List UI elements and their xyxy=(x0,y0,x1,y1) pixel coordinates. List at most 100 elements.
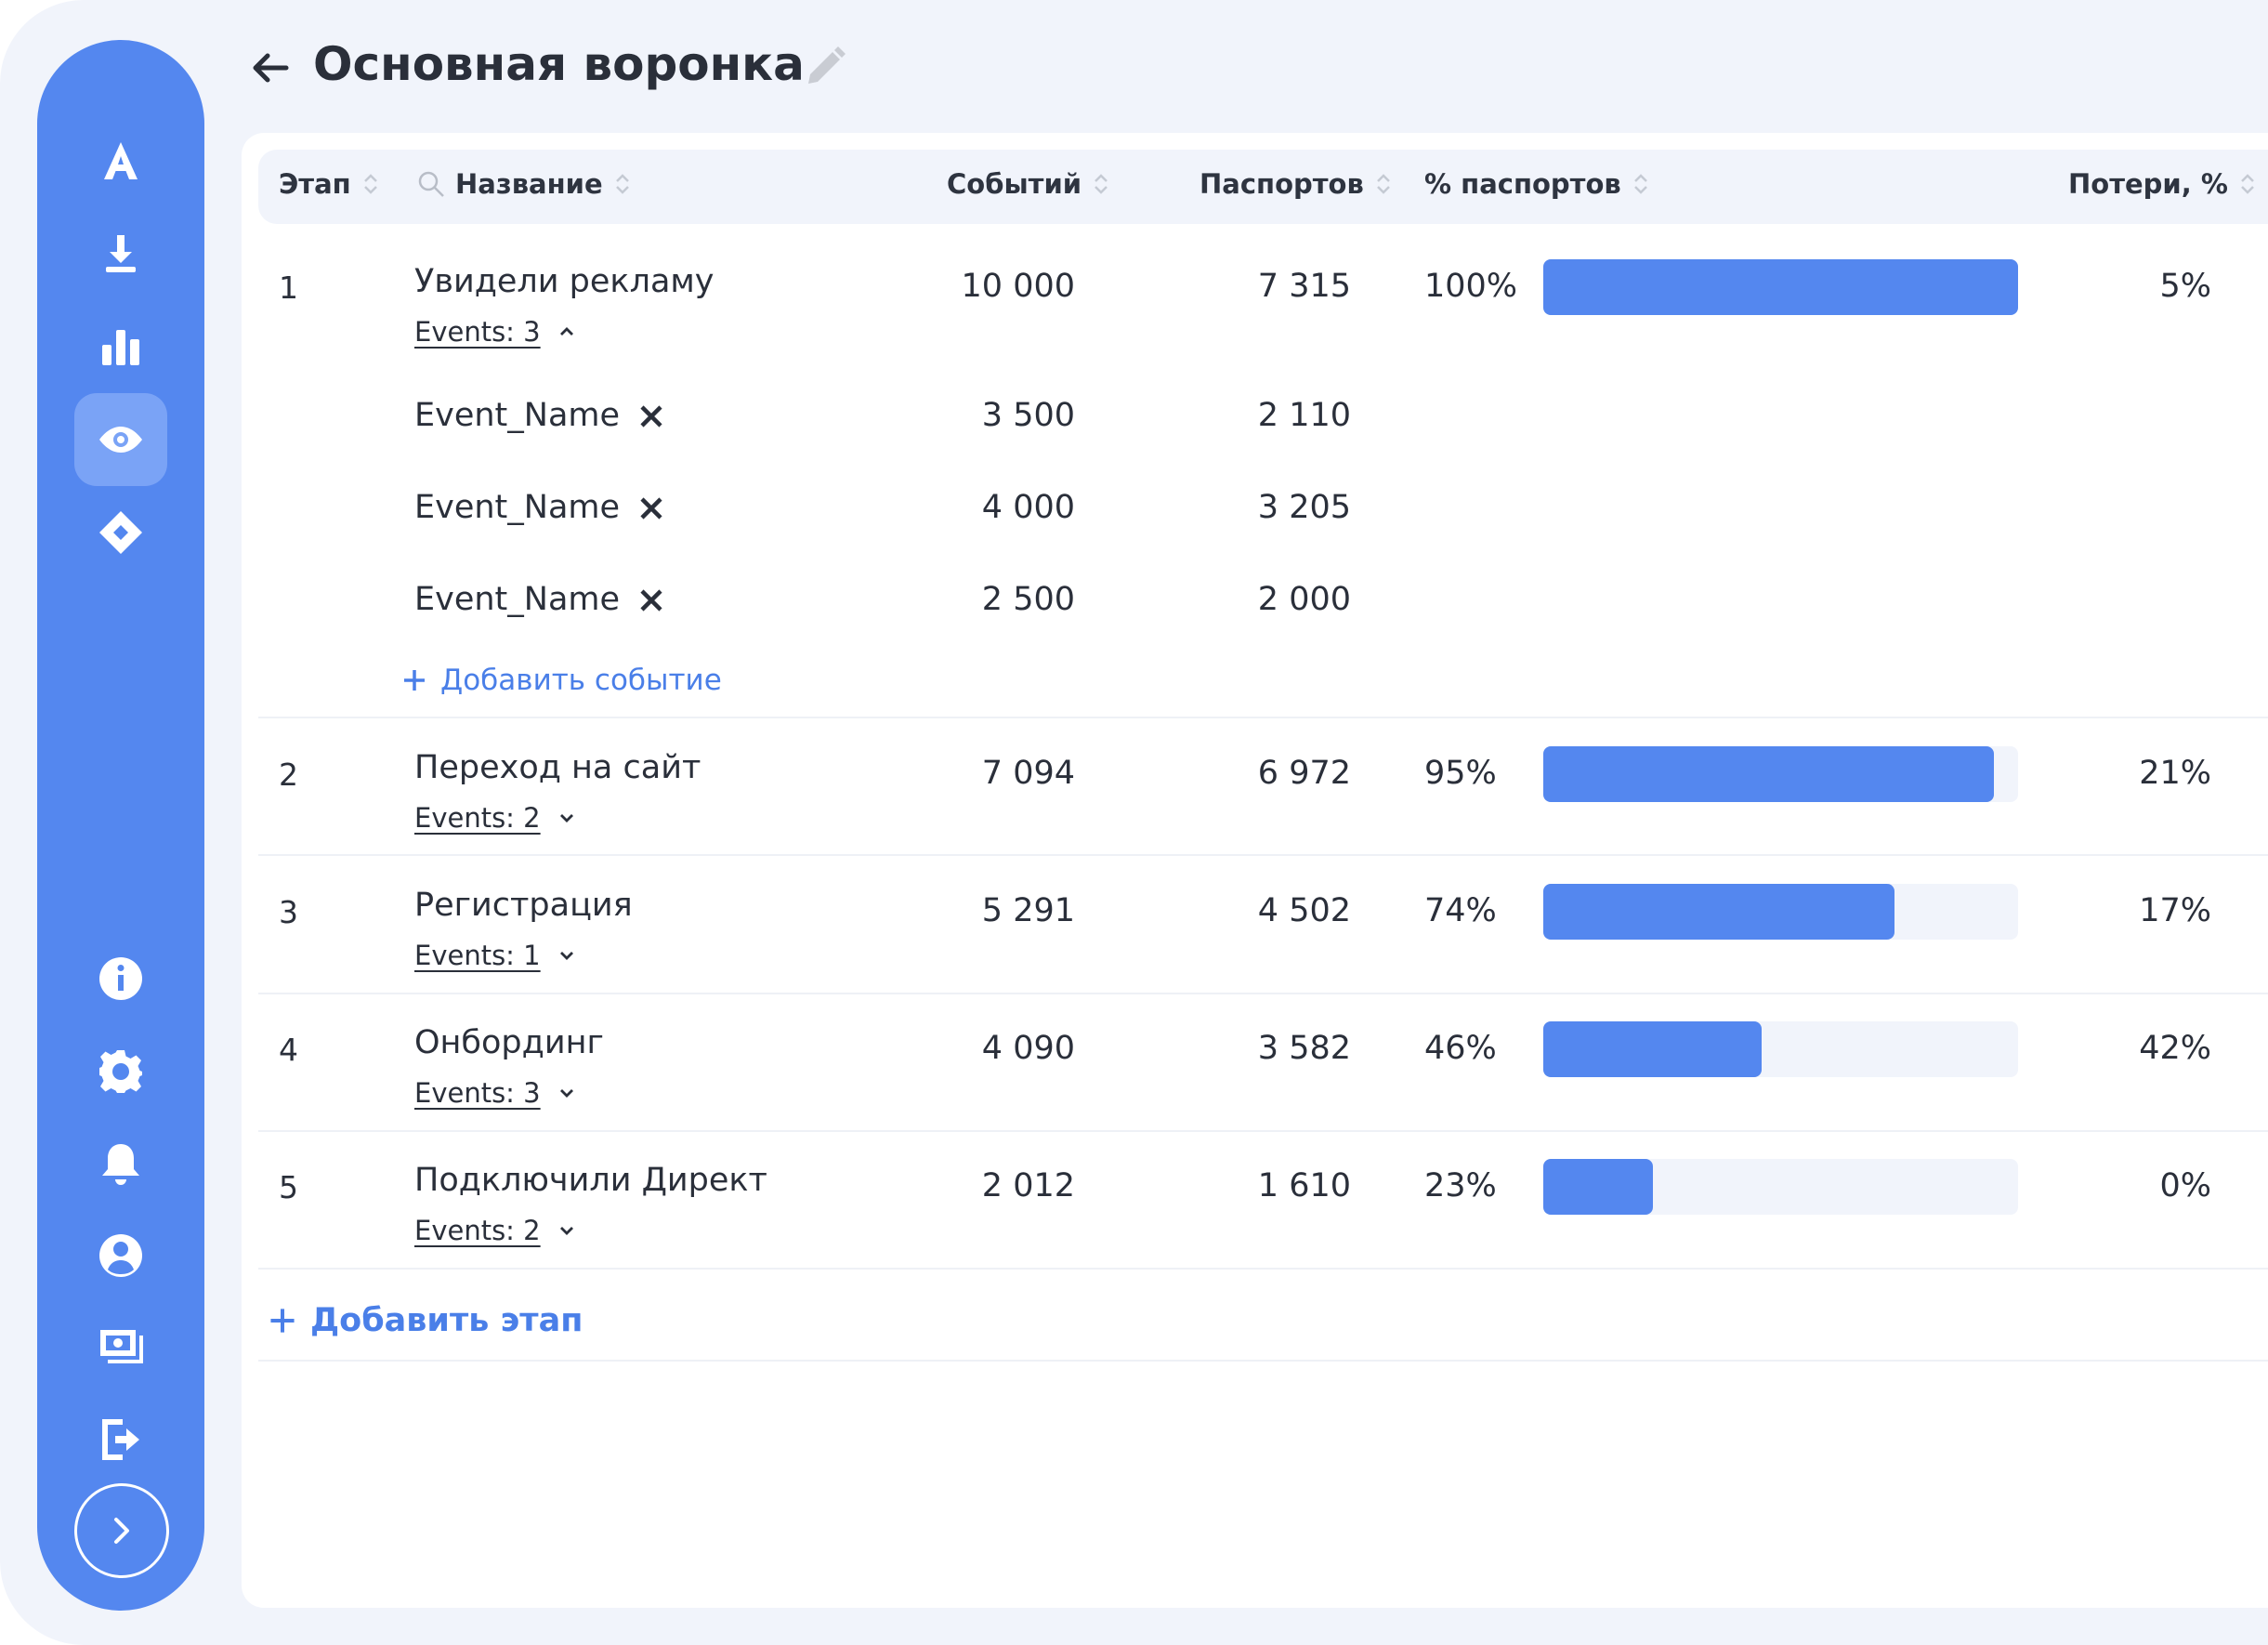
stage-number: 3 xyxy=(279,894,298,930)
loss-value: 42% xyxy=(2139,1030,2211,1067)
sub-event-passports: 3 205 xyxy=(1257,489,1351,526)
events-value: 4 090 xyxy=(981,1030,1075,1067)
events-toggle[interactable]: Events: 2 xyxy=(414,1215,576,1246)
info-icon[interactable] xyxy=(74,932,167,1025)
info-glyph xyxy=(99,957,142,1000)
stage-number: 4 xyxy=(279,1032,298,1068)
progress-bar-fill xyxy=(1543,1021,1763,1077)
row-divider xyxy=(258,1130,2268,1132)
col-header-name-label: Название xyxy=(455,168,603,200)
col-header-stage-label: Этап xyxy=(279,168,351,200)
row-divider xyxy=(258,854,2268,856)
gear-glyph xyxy=(99,1050,142,1093)
progress-bar xyxy=(1543,884,2018,940)
stage-number: 2 xyxy=(279,757,298,793)
bar-chart-icon[interactable] xyxy=(74,300,167,393)
sub-event-events: 2 500 xyxy=(981,581,1075,618)
events-toggle[interactable]: Events: 3 xyxy=(414,316,576,348)
funnel-table-card xyxy=(242,133,2268,1608)
stage-number: 5 xyxy=(279,1169,298,1205)
back-arrow-icon[interactable] xyxy=(249,46,292,89)
chevron-down-icon xyxy=(559,952,573,960)
loss-value: 0% xyxy=(2159,1167,2211,1204)
col-header-events-label: Событий xyxy=(947,168,1082,200)
events-count-label: Events: 2 xyxy=(414,1215,541,1246)
passports-value: 7 315 xyxy=(1257,268,1351,305)
diamond-glyph xyxy=(99,511,142,554)
sort-icon xyxy=(615,174,629,194)
bell-icon[interactable] xyxy=(74,1118,167,1211)
search-icon[interactable] xyxy=(416,169,446,199)
col-header-name[interactable]: Название xyxy=(416,168,633,200)
col-header-passports-label: Паспортов xyxy=(1200,168,1364,200)
stage-name: Подключили Директ xyxy=(414,1162,767,1199)
logout-glyph xyxy=(102,1419,139,1460)
events-count-label: Events: 3 xyxy=(414,1077,541,1109)
add-event-label: Добавить событие xyxy=(440,664,722,697)
loss-value: 5% xyxy=(2159,268,2211,305)
logo-icon[interactable] xyxy=(74,114,167,207)
sub-event-name: Event_Name xyxy=(414,581,621,618)
row-divider xyxy=(258,1268,2268,1270)
download-icon[interactable] xyxy=(74,207,167,300)
sub-event-passports: 2 110 xyxy=(1257,397,1351,434)
progress-bar xyxy=(1543,746,2018,802)
add-stage-label: Добавить этап xyxy=(310,1302,583,1339)
remove-event-icon[interactable] xyxy=(637,402,665,430)
events-toggle[interactable]: Events: 2 xyxy=(414,802,576,834)
download-glyph xyxy=(106,235,136,272)
progress-bar xyxy=(1543,1159,2018,1215)
col-header-stage[interactable]: Этап xyxy=(279,168,381,200)
events-count-label: Events: 1 xyxy=(414,940,541,971)
passports-value: 6 972 xyxy=(1257,755,1351,792)
plus-icon xyxy=(270,1309,295,1333)
logout-icon[interactable] xyxy=(74,1393,167,1486)
events-toggle[interactable]: Events: 3 xyxy=(414,1077,576,1109)
add-stage-button[interactable]: Добавить этап xyxy=(268,1302,583,1339)
col-header-passports-pct-label: % паспортов xyxy=(1424,168,1621,200)
expand-sidebar-button[interactable] xyxy=(74,1483,169,1578)
gear-icon[interactable] xyxy=(74,1025,167,1118)
passports-value: 3 582 xyxy=(1257,1030,1351,1067)
col-header-loss[interactable]: Потери, % xyxy=(2068,168,2258,200)
sub-event-events: 3 500 xyxy=(981,397,1075,434)
row-divider xyxy=(258,1360,2268,1362)
loss-value: 17% xyxy=(2139,892,2211,929)
passports-pct-value: 23% xyxy=(1424,1167,1497,1204)
progress-bar-fill xyxy=(1543,746,1995,802)
col-header-events[interactable]: Событий xyxy=(947,168,1111,200)
events-value: 7 094 xyxy=(981,755,1075,792)
progress-bar-fill xyxy=(1543,884,1895,940)
col-header-passports[interactable]: Паспортов xyxy=(1200,168,1394,200)
col-header-loss-label: Потери, % xyxy=(2068,168,2228,200)
diamond-icon[interactable] xyxy=(74,486,167,579)
chevron-right-icon xyxy=(114,1518,129,1544)
bar-chart-glyph xyxy=(102,330,139,365)
loss-value: 21% xyxy=(2139,755,2211,792)
progress-bar-fill xyxy=(1543,1159,1653,1215)
pencil-edit-icon[interactable] xyxy=(801,45,847,91)
row-divider xyxy=(258,993,2268,994)
col-header-passports-pct[interactable]: % паспортов xyxy=(1424,168,1651,200)
stage-name: Онбординг xyxy=(414,1024,604,1061)
remove-event-icon[interactable] xyxy=(637,586,665,614)
stage-name: Переход на сайт xyxy=(414,749,701,786)
sort-icon xyxy=(1633,174,1647,194)
events-toggle[interactable]: Events: 1 xyxy=(414,940,576,971)
page-title: Основная воронка xyxy=(313,37,805,91)
money-icon[interactable] xyxy=(74,1300,167,1393)
remove-event-icon[interactable] xyxy=(637,494,665,522)
events-value: 10 000 xyxy=(961,268,1075,305)
eye-icon[interactable] xyxy=(74,393,167,486)
passports-pct-value: 100% xyxy=(1424,268,1518,305)
chevron-down-icon xyxy=(559,814,573,822)
chevron-down-icon xyxy=(559,1227,573,1235)
progress-bar xyxy=(1543,259,2018,315)
app-frame: Основная воронка Этап Название Событий П… xyxy=(0,0,2268,1645)
passports-pct-value: 95% xyxy=(1424,755,1497,792)
passports-pct-value: 74% xyxy=(1424,892,1497,929)
eye-glyph xyxy=(99,427,142,453)
add-event-button[interactable]: Добавить событие xyxy=(401,664,722,697)
user-icon[interactable] xyxy=(74,1209,167,1302)
passports-value: 4 502 xyxy=(1257,892,1351,929)
